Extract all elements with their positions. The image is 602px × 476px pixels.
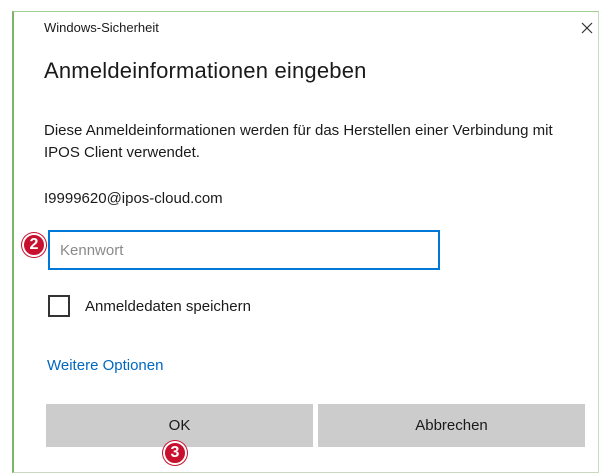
- account-name: I9999620@ipos-cloud.com: [44, 190, 223, 207]
- remember-checkbox[interactable]: [48, 295, 70, 317]
- cancel-button[interactable]: Abbrechen: [318, 404, 585, 447]
- ok-button[interactable]: OK: [46, 404, 313, 447]
- dialog-heading: Anmeldeinformationen eingeben: [44, 58, 367, 83]
- step-marker-2: 2: [22, 233, 46, 257]
- dialog-description: Diese Anmeldeinformationen werden für da…: [44, 122, 553, 161]
- password-input[interactable]: [48, 230, 440, 270]
- remember-label: Anmeldedaten speichern: [85, 297, 251, 315]
- more-options-link[interactable]: Weitere Optionen: [47, 357, 163, 374]
- step-marker-3: 3: [163, 441, 187, 465]
- close-icon[interactable]: [581, 22, 593, 34]
- remember-credentials-option[interactable]: Anmeldedaten speichern: [48, 293, 251, 319]
- close-button[interactable]: [575, 16, 599, 40]
- window-title: Windows-Sicherheit: [44, 20, 159, 35]
